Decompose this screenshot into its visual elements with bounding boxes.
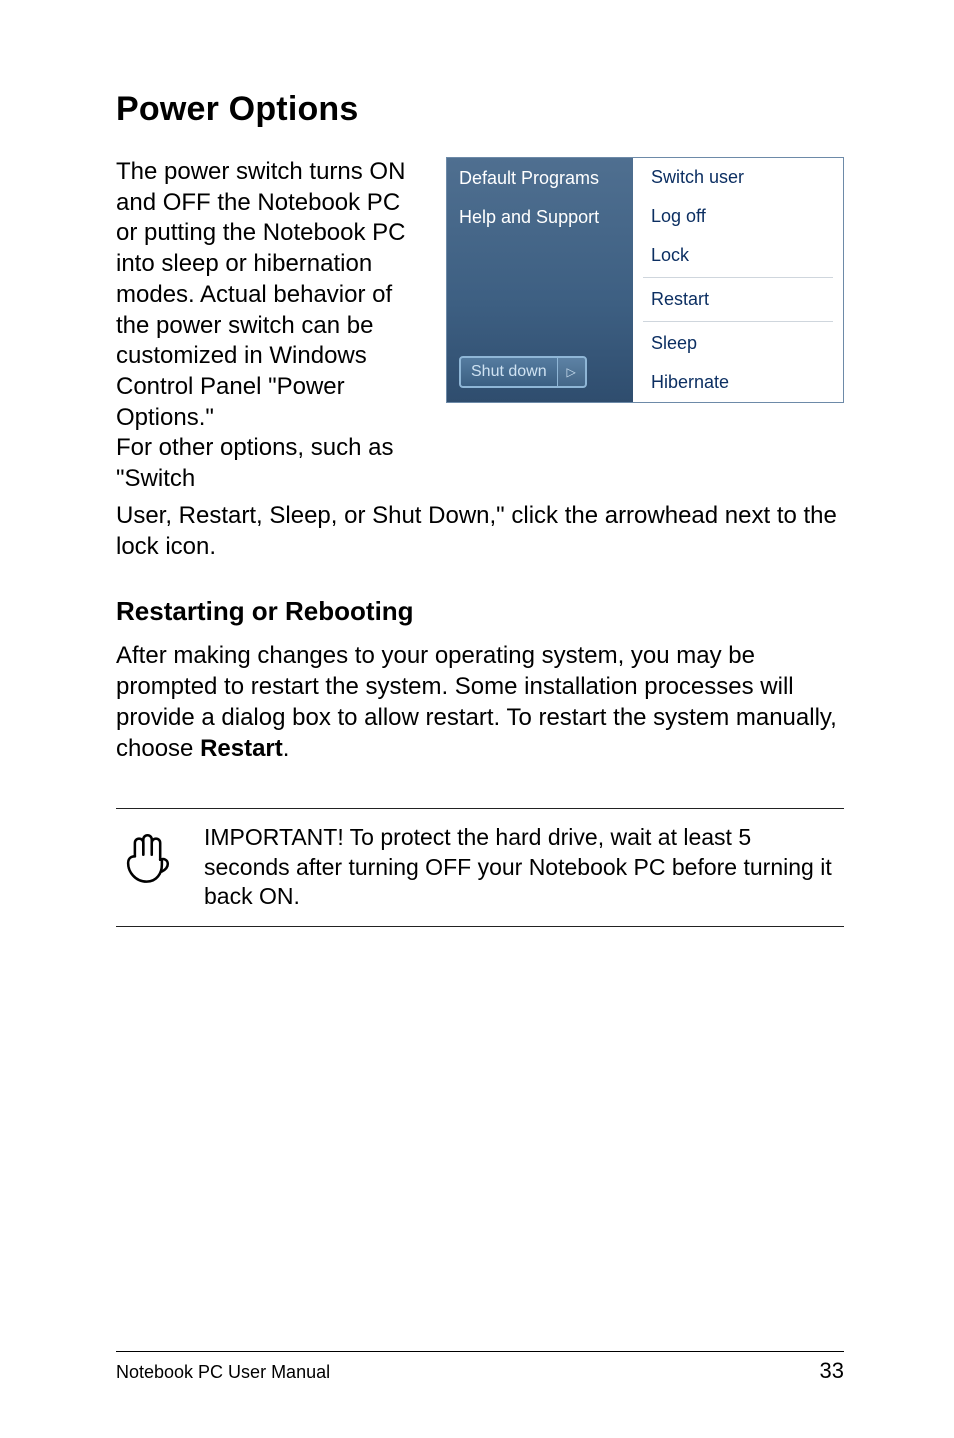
subsection-heading: Restarting or Rebooting [116, 596, 844, 627]
start-menu-item-default-programs[interactable]: Default Programs [459, 168, 633, 189]
para-text-after: . [283, 735, 290, 762]
footer-page-number: 33 [820, 1358, 844, 1384]
menu-item-log-off[interactable]: Log off [633, 197, 843, 236]
hand-icon [116, 823, 174, 889]
shutdown-arrow-icon[interactable]: ▷ [557, 358, 585, 386]
intro-paragraph-2: For other options, such as "Switch [116, 433, 422, 494]
start-menu-item-help-support[interactable]: Help and Support [459, 207, 633, 228]
intro-text-block: The power switch turns ON and OFF the No… [116, 157, 422, 495]
menu-item-hibernate[interactable]: Hibernate [633, 363, 843, 402]
important-note: IMPORTANT! To protect the hard drive, wa… [116, 808, 844, 926]
intro-paragraph-1: The power switch turns ON and OFF the No… [116, 157, 422, 433]
shutdown-split-button[interactable]: Shut down ▷ [459, 356, 587, 388]
menu-item-restart[interactable]: Restart [633, 280, 843, 319]
menu-item-lock[interactable]: Lock [633, 236, 843, 275]
menu-separator [643, 321, 833, 322]
menu-separator [643, 277, 833, 278]
page-footer: Notebook PC User Manual 33 [116, 1351, 844, 1384]
para-bold-word: Restart [200, 735, 283, 762]
menu-item-switch-user[interactable]: Switch user [633, 158, 843, 197]
start-menu-left-pane: Default Programs Help and Support Shut d… [447, 158, 633, 402]
note-text: IMPORTANT! To protect the hard drive, wa… [204, 823, 844, 911]
start-menu-screenshot: Default Programs Help and Support Shut d… [446, 157, 844, 403]
shutdown-button-label[interactable]: Shut down [461, 358, 557, 386]
subsection-paragraph: After making changes to your operating s… [116, 641, 844, 764]
start-menu-right-pane: Switch user Log off Lock Restart Sleep H… [633, 158, 843, 402]
footer-title: Notebook PC User Manual [116, 1362, 330, 1383]
menu-item-sleep[interactable]: Sleep [633, 324, 843, 363]
intro-continuation: User, Restart, Sleep, or Shut Down," cli… [116, 501, 844, 562]
section-title: Power Options [116, 90, 844, 129]
